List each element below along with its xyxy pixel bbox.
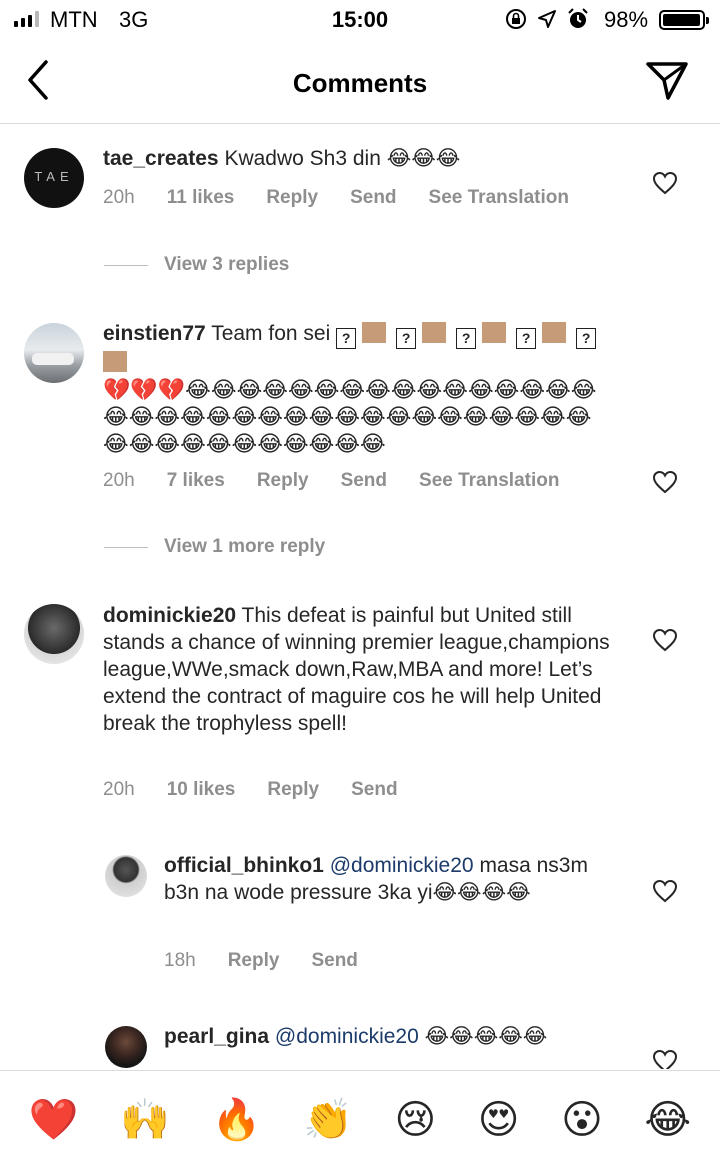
view-replies-button[interactable]: View 1 more reply xyxy=(104,536,325,558)
reply-button[interactable]: Reply xyxy=(228,950,280,972)
comment-username[interactable]: dominickie20 xyxy=(103,604,236,627)
comment-body: 😂😂😂😂😂 xyxy=(424,1025,548,1048)
skin-tone-swatch xyxy=(362,322,387,343)
comment-time: 18h xyxy=(164,950,196,971)
comment-text: dominickie20 This defeat is painful but … xyxy=(103,602,623,737)
comment-text: official_bhinko1 @dominickie20 masa ns3m… xyxy=(164,852,624,906)
page-title: Comments xyxy=(292,68,428,98)
avatar[interactable] xyxy=(105,1026,147,1068)
unknown-glyph-box: ? xyxy=(336,328,357,349)
avatar[interactable] xyxy=(24,604,84,664)
reaction-heart[interactable]: ❤️ xyxy=(29,1100,79,1140)
avatar[interactable] xyxy=(105,855,147,897)
comment-username[interactable]: tae_creates xyxy=(103,147,219,170)
replies-divider xyxy=(104,546,148,548)
likes-count[interactable]: 7 likes xyxy=(167,470,225,492)
skin-tone-swatch xyxy=(422,322,447,343)
view-replies-button[interactable]: View 3 replies xyxy=(104,254,289,276)
send-button[interactable]: Send xyxy=(341,470,387,492)
unknown-glyph-box: ? xyxy=(516,328,537,349)
comment-username[interactable]: einstien77 xyxy=(103,322,206,345)
location-icon xyxy=(538,10,556,28)
reaction-raised-hands[interactable]: 🙌 xyxy=(120,1100,170,1140)
heart-icon[interactable] xyxy=(652,628,678,652)
unknown-glyph-box: ? xyxy=(576,328,597,349)
view-replies-label: View 3 replies xyxy=(164,254,290,275)
heart-icon[interactable] xyxy=(652,470,678,494)
replies-divider xyxy=(104,264,148,266)
reaction-clap[interactable]: 👏 xyxy=(303,1100,353,1140)
orientation-lock-icon xyxy=(506,9,526,29)
reply-button[interactable]: Reply xyxy=(267,779,319,801)
reply-button[interactable]: Reply xyxy=(257,470,309,492)
comment-time: 20h xyxy=(103,187,135,208)
comment-meta: 20h 10 likes Reply Send xyxy=(103,779,430,801)
comment-emojis: 💔💔💔😂😂😂😂😂😂😂😂😂😂😂😂😂😂😂😂😂😂😂😂😂😂😂😂😂😂😂😂😂😂😂😂😂😂😂😂😂… xyxy=(103,377,597,456)
reaction-heart-eyes[interactable]: 😍 xyxy=(478,1100,520,1140)
mention-link[interactable]: @dominickie20 xyxy=(330,854,474,877)
skin-tone-swatch xyxy=(103,351,127,372)
comment-meta: 20h 7 likes Reply Send See Translation xyxy=(103,470,591,492)
unknown-glyph-box: ? xyxy=(396,328,417,349)
comment-body-prefix: Team fon sei xyxy=(211,322,331,345)
skin-tone-swatch xyxy=(542,322,567,343)
heart-icon[interactable] xyxy=(652,171,678,195)
heart-icon[interactable] xyxy=(652,879,678,903)
battery-percent: 98% xyxy=(604,7,649,32)
reaction-laughing[interactable]: 😂 xyxy=(644,1100,691,1140)
send-button[interactable]: Send xyxy=(350,187,396,209)
comments-header: Comments xyxy=(0,40,720,124)
see-translation-button[interactable]: See Translation xyxy=(429,187,569,209)
avatar[interactable]: TAE xyxy=(24,148,84,208)
send-button[interactable]: Send xyxy=(311,950,357,972)
paper-plane-icon[interactable] xyxy=(644,58,690,102)
unknown-glyph-box: ? xyxy=(456,328,477,349)
comment-text: pearl_gina @dominickie20 😂😂😂😂😂 xyxy=(164,1023,624,1050)
likes-count[interactable]: 11 likes xyxy=(167,187,235,209)
view-replies-label: View 1 more reply xyxy=(164,536,326,557)
reaction-fire[interactable]: 🔥 xyxy=(212,1100,262,1140)
battery-icon xyxy=(659,10,709,30)
reaction-crying[interactable]: 😢 xyxy=(394,1100,436,1140)
send-button[interactable]: Send xyxy=(351,779,397,801)
status-icons xyxy=(505,8,589,30)
skin-tone-swatch xyxy=(482,322,507,343)
comment-meta: 18h Reply Send xyxy=(164,950,390,972)
avatar-logo-text: TAE xyxy=(34,169,74,184)
comment-username[interactable]: official_bhinko1 xyxy=(164,854,324,877)
comment-text: einstien77 Team fon sei ???? ? 💔💔💔😂😂😂😂😂😂😂😂… xyxy=(103,320,613,458)
comment-text: tae_creates Kwadwo Sh3 din 😂😂😂 xyxy=(103,145,623,172)
alarm-icon xyxy=(568,8,588,28)
comment-username[interactable]: pearl_gina xyxy=(164,1025,269,1048)
status-bar: MTN 3G 15:00 98% xyxy=(0,0,720,40)
likes-count[interactable]: 10 likes xyxy=(167,779,236,801)
reply-button[interactable]: Reply xyxy=(266,187,318,209)
avatar[interactable] xyxy=(24,323,84,383)
quick-reactions-bar: ❤️ 🙌 🔥 👏 😢 😍 😮 😂 xyxy=(0,1070,720,1169)
heart-icon[interactable] xyxy=(652,1049,678,1069)
comment-body: Kwadwo Sh3 din 😂😂😂 xyxy=(224,147,461,170)
see-translation-button[interactable]: See Translation xyxy=(419,470,559,492)
comment-time: 20h xyxy=(103,779,135,800)
comment-time: 20h xyxy=(103,470,135,491)
reaction-surprised[interactable]: 😮 xyxy=(561,1100,603,1140)
comment-meta: 20h 11 likes Reply Send See Translation xyxy=(103,187,601,209)
comments-list: TAE tae_creates Kwadwo Sh3 din 😂😂😂 20h 1… xyxy=(0,125,720,1069)
mention-link[interactable]: @dominickie20 xyxy=(275,1025,419,1048)
